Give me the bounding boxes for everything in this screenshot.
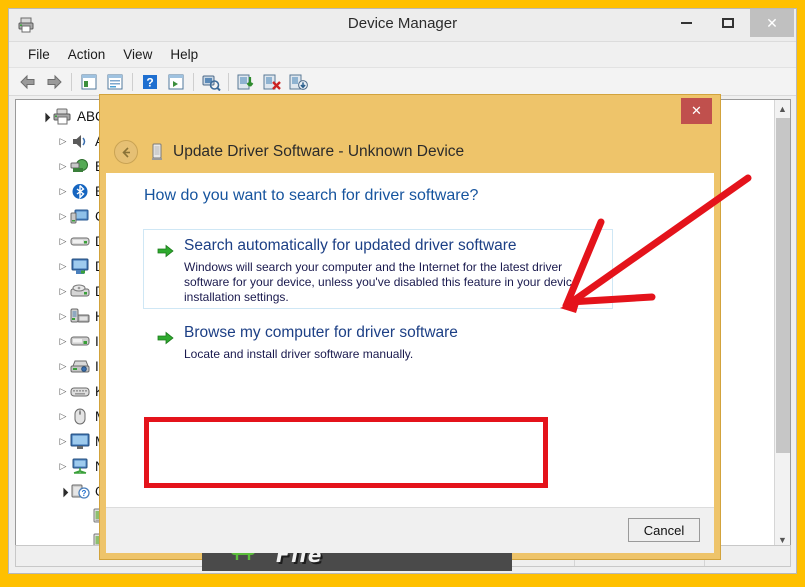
- help-icon[interactable]: ?: [137, 70, 163, 94]
- maximize-button[interactable]: [706, 9, 750, 37]
- show-hidden-devices-icon[interactable]: [163, 70, 189, 94]
- install-legacy-hardware-icon[interactable]: [285, 70, 311, 94]
- green-arrow-icon: [157, 243, 175, 259]
- option-description: Locate and install driver software manua…: [184, 347, 414, 361]
- dialog-title: Update Driver Software - Unknown Device: [173, 143, 465, 160]
- chevron-right-icon[interactable]: ▷: [56, 435, 70, 449]
- option-title: Browse my computer for driver software: [184, 324, 458, 341]
- menu-help[interactable]: Help: [161, 45, 207, 64]
- battery-icon: [70, 158, 90, 175]
- scroll-up-icon[interactable]: ▲: [775, 100, 790, 117]
- svg-text:?: ?: [82, 489, 87, 498]
- back-arrow-icon: [121, 146, 130, 158]
- chevron-right-icon[interactable]: ▷: [56, 160, 70, 174]
- dialog-close-button[interactable]: ✕: [681, 98, 712, 124]
- chevron-right-icon[interactable]: ▷: [56, 410, 70, 424]
- audio-icon: [70, 133, 90, 150]
- mouse-icon: [70, 408, 90, 425]
- dialog-chrome: ✕ Update Driver Software - Unknown Devic…: [100, 95, 720, 571]
- menu-view[interactable]: View: [114, 45, 161, 64]
- dialog-body: How do you want to search for driver sof…: [106, 173, 714, 571]
- toolbar: ?: [9, 68, 796, 96]
- minimize-icon: [680, 22, 692, 24]
- green-arrow-icon: [157, 330, 175, 346]
- menu-action[interactable]: Action: [59, 45, 115, 64]
- monitor-icon: [70, 433, 90, 450]
- close-window-button[interactable]: ✕: [750, 9, 794, 37]
- computer-small-icon: [70, 208, 90, 225]
- chevron-right-icon[interactable]: ▷: [56, 210, 70, 224]
- chevron-right-icon[interactable]: ▷: [56, 285, 70, 299]
- dialog-footer: Cancel: [106, 507, 714, 553]
- keyboard-icon: [70, 383, 90, 400]
- update-driver-icon[interactable]: [233, 70, 259, 94]
- hid-icon: [70, 308, 90, 325]
- toolbar-separator: [71, 72, 72, 91]
- svg-text:?: ?: [146, 75, 153, 89]
- chevron-right-icon[interactable]: ▷: [56, 185, 70, 199]
- disk-drive-icon: [70, 233, 90, 250]
- dvd-drive-icon: [70, 283, 90, 300]
- back-icon[interactable]: [15, 70, 41, 94]
- chevron-right-icon[interactable]: ▷: [56, 360, 70, 374]
- chevron-right-icon[interactable]: ▷: [56, 460, 70, 474]
- maximize-icon: [722, 18, 734, 28]
- option-title: Search automatically for updated driver …: [184, 237, 517, 254]
- chevron-right-icon[interactable]: ▷: [56, 335, 70, 349]
- device-manager-window: Device Manager ✕ File Action View Help ?…: [8, 8, 797, 574]
- window-titlebar: Device Manager ✕: [9, 9, 796, 42]
- dialog-header: Update Driver Software - Unknown Device: [100, 131, 720, 173]
- toolbar-separator: [193, 72, 194, 91]
- option-description: Windows will search your computer and th…: [184, 260, 579, 304]
- chevron-right-icon[interactable]: ▷: [56, 385, 70, 399]
- toolbar-separator: [132, 72, 133, 91]
- update-driver-dialog: ✕ Update Driver Software - Unknown Devic…: [99, 94, 721, 571]
- scrollbar-thumb[interactable]: [776, 118, 790, 453]
- forward-icon[interactable]: [41, 70, 67, 94]
- unknown-device-icon: [150, 143, 164, 161]
- option-search-automatically[interactable]: Search automatically for updated driver …: [143, 229, 613, 309]
- dialog-question: How do you want to search for driver sof…: [144, 187, 479, 204]
- back-button[interactable]: [114, 140, 138, 164]
- minimize-button[interactable]: [664, 9, 708, 37]
- menubar: File Action View Help: [9, 42, 796, 68]
- uninstall-device-icon[interactable]: [259, 70, 285, 94]
- close-icon: ✕: [766, 15, 778, 31]
- chevron-right-icon[interactable]: ▷: [56, 260, 70, 274]
- scan-hardware-changes-icon[interactable]: [198, 70, 224, 94]
- chevron-right-icon[interactable]: ▷: [56, 310, 70, 324]
- cancel-button[interactable]: Cancel: [628, 518, 700, 542]
- menu-file[interactable]: File: [19, 45, 59, 64]
- vertical-scrollbar[interactable]: ▲ ▼: [774, 100, 790, 548]
- network-adapter-icon: [70, 458, 90, 475]
- chevron-right-icon[interactable]: ▷: [56, 235, 70, 249]
- imaging-device-icon: [70, 358, 90, 375]
- ide-controller-icon: [70, 333, 90, 350]
- bluetooth-icon: [70, 183, 90, 200]
- toolbar-separator: [228, 72, 229, 91]
- details-icon[interactable]: [102, 70, 128, 94]
- display-adapter-icon: [70, 258, 90, 275]
- annotation-highlight-box: [144, 417, 548, 488]
- option-browse-my-computer[interactable]: Browse my computer for driver software L…: [143, 316, 613, 372]
- properties-icon[interactable]: [76, 70, 102, 94]
- chevron-right-icon[interactable]: ▷: [56, 135, 70, 149]
